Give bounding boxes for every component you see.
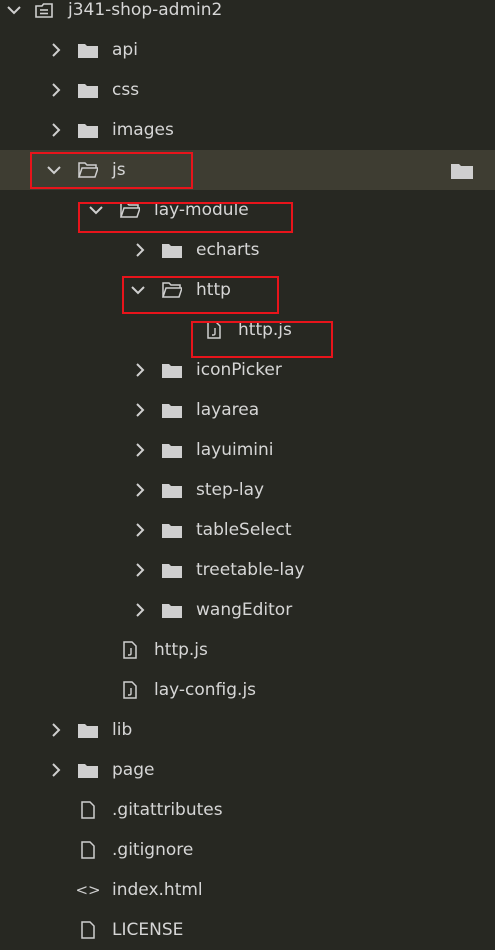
tree-label: echarts bbox=[196, 240, 260, 260]
tree-row-tableselect[interactable]: tableSelect bbox=[0, 510, 495, 550]
tree-row-gitignore[interactable]: .gitignore bbox=[0, 830, 495, 870]
chevron-right-icon[interactable] bbox=[46, 30, 66, 70]
folder-icon bbox=[160, 550, 184, 590]
file-icon bbox=[76, 790, 100, 830]
tree-label: js bbox=[112, 160, 126, 180]
chevron-right-icon[interactable] bbox=[130, 390, 150, 430]
tree-label: http bbox=[196, 280, 231, 300]
chevron-right-icon[interactable] bbox=[130, 350, 150, 390]
tree-row-wangeditor[interactable]: wangEditor bbox=[0, 590, 495, 630]
folder-icon bbox=[76, 750, 100, 790]
chevron-down-icon[interactable] bbox=[86, 190, 106, 230]
tree-row-images[interactable]: images bbox=[0, 110, 495, 150]
js-file-icon bbox=[118, 670, 142, 710]
tree-row-gitattributes[interactable]: .gitattributes bbox=[0, 790, 495, 830]
chevron-right-icon[interactable] bbox=[46, 70, 66, 110]
chevron-right-icon[interactable] bbox=[130, 470, 150, 510]
tree-label: wangEditor bbox=[196, 600, 293, 620]
tree-row-layuimini[interactable]: layuimini bbox=[0, 430, 495, 470]
project-name: j341-shop-admin2 bbox=[68, 0, 223, 20]
tree-row-lib[interactable]: lib bbox=[0, 710, 495, 750]
tree-label: lay-module bbox=[154, 200, 249, 220]
tree-label: layuimini bbox=[196, 440, 274, 460]
tree-label: css bbox=[112, 80, 140, 100]
folder-icon bbox=[160, 470, 184, 510]
folder-icon bbox=[76, 30, 100, 70]
folder-icon bbox=[160, 350, 184, 390]
tree-row-index-html[interactable]: <> index.html bbox=[0, 870, 495, 910]
tree-label: .gitattributes bbox=[112, 800, 223, 820]
tree-label: iconPicker bbox=[196, 360, 282, 380]
tree-label: lib bbox=[112, 720, 133, 740]
tree-label: page bbox=[112, 760, 155, 780]
tree-row-step-lay[interactable]: step-lay bbox=[0, 470, 495, 510]
tree-label: .gitignore bbox=[112, 840, 194, 860]
folder-open-icon bbox=[76, 150, 100, 190]
folder-icon bbox=[160, 510, 184, 550]
chevron-down-icon[interactable] bbox=[128, 270, 148, 310]
tree-label: LICENSE bbox=[112, 920, 184, 940]
tree-row-treetable-lay[interactable]: treetable-lay bbox=[0, 550, 495, 590]
tree-row-lay-module[interactable]: lay-module bbox=[0, 190, 495, 230]
tree-label: http.js bbox=[238, 320, 292, 340]
folder-open-icon bbox=[160, 270, 184, 310]
tree-label: images bbox=[112, 120, 174, 140]
tree-row-root[interactable]: j341-shop-admin2 bbox=[0, 0, 495, 30]
folder-open-icon bbox=[118, 190, 142, 230]
file-icon bbox=[76, 830, 100, 870]
tree-row-lay-config-js[interactable]: lay-config.js bbox=[0, 670, 495, 710]
chevron-right-icon[interactable] bbox=[130, 590, 150, 630]
tree-label: http.js bbox=[154, 640, 208, 660]
tree-row-license[interactable]: LICENSE bbox=[0, 910, 495, 950]
tree-row-http-js-inner[interactable]: http.js bbox=[0, 310, 495, 350]
tree-row-api[interactable]: api bbox=[0, 30, 495, 70]
tree-row-http[interactable]: http bbox=[0, 270, 495, 310]
html-file-icon: <> bbox=[75, 881, 101, 899]
folder-icon bbox=[160, 390, 184, 430]
project-icon bbox=[32, 0, 56, 30]
tree-row-layarea[interactable]: layarea bbox=[0, 390, 495, 430]
folder-icon bbox=[160, 590, 184, 630]
js-file-icon bbox=[118, 630, 142, 670]
folder-icon bbox=[76, 710, 100, 750]
chevron-right-icon[interactable] bbox=[46, 110, 66, 150]
tree-row-css[interactable]: css bbox=[0, 70, 495, 110]
tree-label: api bbox=[112, 40, 138, 60]
tree-label: step-lay bbox=[196, 480, 265, 500]
chevron-right-icon[interactable] bbox=[130, 550, 150, 590]
tree-row-js[interactable]: js bbox=[0, 150, 495, 190]
folder-icon[interactable] bbox=[451, 150, 473, 190]
tree-row-page[interactable]: page bbox=[0, 750, 495, 790]
chevron-right-icon[interactable] bbox=[130, 430, 150, 470]
chevron-down-icon[interactable] bbox=[44, 150, 64, 190]
folder-icon bbox=[160, 230, 184, 270]
folder-icon bbox=[160, 430, 184, 470]
tree-label: index.html bbox=[112, 880, 203, 900]
chevron-down-icon[interactable] bbox=[4, 0, 24, 30]
chevron-right-icon[interactable] bbox=[46, 710, 66, 750]
tree-row-http-js[interactable]: http.js bbox=[0, 630, 495, 670]
folder-icon bbox=[76, 70, 100, 110]
chevron-right-icon[interactable] bbox=[130, 510, 150, 550]
chevron-right-icon[interactable] bbox=[46, 750, 66, 790]
folder-icon bbox=[76, 110, 100, 150]
chevron-right-icon[interactable] bbox=[130, 230, 150, 270]
tree-label: tableSelect bbox=[196, 520, 292, 540]
tree-row-iconpicker[interactable]: iconPicker bbox=[0, 350, 495, 390]
tree-label: treetable-lay bbox=[196, 560, 305, 580]
js-file-icon bbox=[202, 310, 226, 350]
tree-row-echarts[interactable]: echarts bbox=[0, 230, 495, 270]
file-icon bbox=[76, 910, 100, 950]
tree-label: layarea bbox=[196, 400, 260, 420]
tree-label: lay-config.js bbox=[154, 680, 257, 700]
